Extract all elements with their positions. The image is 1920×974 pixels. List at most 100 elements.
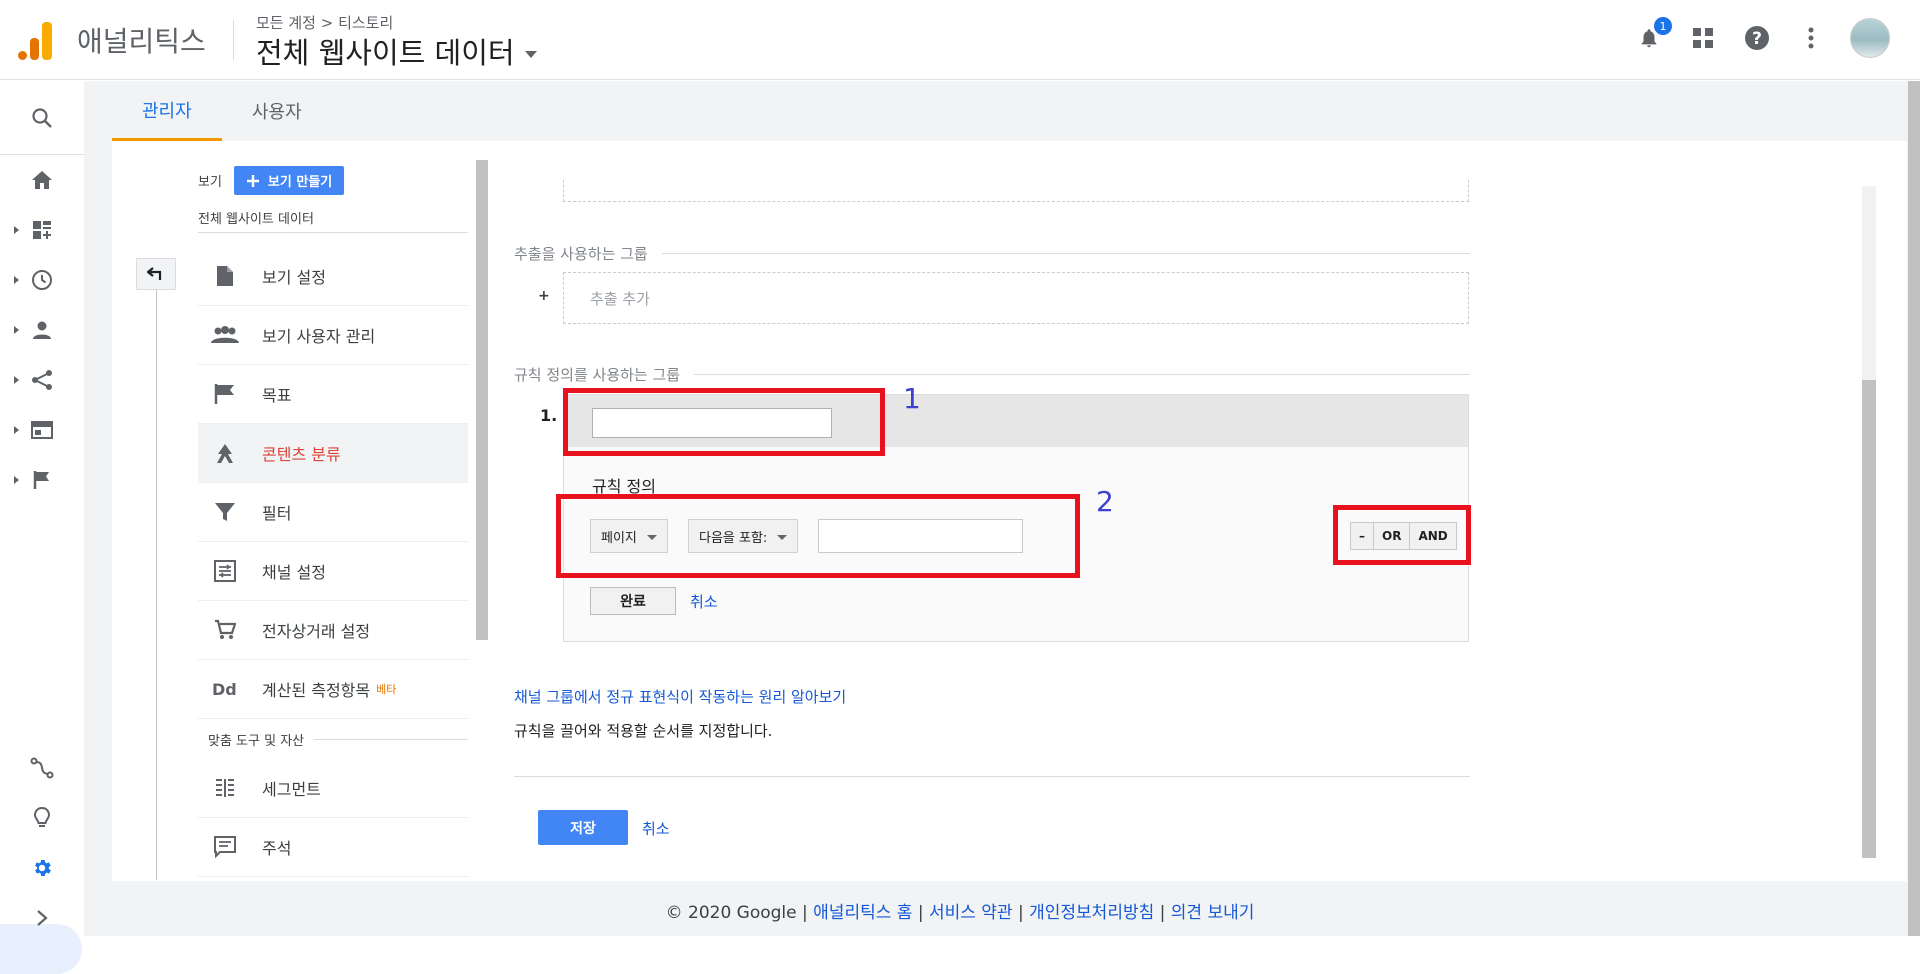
nav-item-filters[interactable]: 필터 <box>198 483 468 542</box>
panel-scroll-thumb[interactable] <box>1862 380 1876 858</box>
tab-admin[interactable]: 관리자 <box>112 81 222 141</box>
expand-arrow-icon[interactable] <box>14 426 19 434</box>
annotation-box-2 <box>556 494 1080 578</box>
divider <box>233 20 234 60</box>
footer-link-feedback[interactable]: 의견 보내기 <box>1171 903 1255 923</box>
done-button[interactable]: 완료 <box>590 587 676 615</box>
bell-icon[interactable]: 1 <box>1634 17 1672 53</box>
avatar[interactable] <box>1850 18 1890 58</box>
rule-number: 1. <box>540 406 558 425</box>
nav-item-view-user-management[interactable]: 보기 사용자 관리 <box>198 306 468 365</box>
view-selector[interactable]: 전체 웹사이트 데이터 <box>256 30 537 72</box>
notification-badge: 1 <box>1654 17 1672 35</box>
nav-label: 콘텐츠 분류 <box>262 445 341 464</box>
window-scrollbar[interactable] <box>1908 81 1920 936</box>
nav-line <box>156 290 157 880</box>
dd-icon: Dd <box>210 676 240 702</box>
nav-item-calculated-metrics[interactable]: Dd 계산된 측정항목 베타 <box>198 660 468 719</box>
beta-badge: 베타 <box>376 683 397 696</box>
divider <box>198 232 468 233</box>
nav-item-goals[interactable]: 목표 <box>198 365 468 424</box>
comment-icon <box>210 834 240 860</box>
behavior-icon[interactable] <box>26 414 58 446</box>
separator: | <box>802 903 808 923</box>
footer: © 2020 Google | 애널리틱스 홈 | 서비스 약관 | 개인정보처… <box>0 898 1920 923</box>
expand-arrow-icon[interactable] <box>14 476 19 484</box>
audience-person-icon[interactable] <box>26 314 58 346</box>
footer-link-home[interactable]: 애널리틱스 홈 <box>813 903 912 923</box>
section-title: 맞춤 도구 및 자산 <box>208 733 305 749</box>
acquisition-icon[interactable] <box>26 364 58 396</box>
filter-icon <box>210 499 240 525</box>
expand-arrow-icon[interactable] <box>14 376 19 384</box>
apps-icon[interactable] <box>1688 23 1718 53</box>
add-icon[interactable]: + <box>538 288 550 304</box>
attribution-icon[interactable] <box>26 752 58 784</box>
nav-item-ecommerce[interactable]: 전자상거래 설정 <box>198 601 468 660</box>
learn-regex-link[interactable]: 채널 그룹에서 정규 표현식이 작동하는 원리 알아보기 <box>514 686 846 707</box>
view-label: 보기 <box>198 175 222 190</box>
nav-label: 목표 <box>262 386 292 405</box>
dashed-box-previous <box>563 180 1469 202</box>
separator: | <box>917 903 924 923</box>
flag-icon <box>210 381 240 407</box>
section-header: 맞춤 도구 및 자산 <box>198 719 468 759</box>
view-row: 보기 보기 만들기 <box>198 166 345 195</box>
nav-item-channel-settings[interactable]: 채널 설정 <box>198 542 468 601</box>
nav-item-segments[interactable]: 세그먼트 <box>198 759 468 818</box>
help-icon[interactable]: ? <box>1742 23 1772 53</box>
nav-label: 계산된 측정항목 <box>262 681 371 700</box>
rail-divider <box>0 154 84 155</box>
nav-scrollbar[interactable] <box>476 160 488 640</box>
expand-arrow-icon[interactable] <box>14 326 19 334</box>
conversions-flag-icon[interactable] <box>26 464 58 496</box>
separator: | <box>1159 903 1166 923</box>
analytics-logo[interactable] <box>18 20 54 60</box>
expand-arrow-icon[interactable] <box>14 226 19 234</box>
expand-arrow-icon[interactable] <box>14 276 19 284</box>
nav-label: 주석 <box>262 839 292 858</box>
extract-section-title: 추출을 사용하는 그룹 <box>514 243 1470 264</box>
add-extract-button[interactable]: 추출 추가 <box>563 272 1469 324</box>
tab-user[interactable]: 사용자 <box>222 81 332 141</box>
home-icon[interactable] <box>26 164 58 196</box>
separator: | <box>1017 903 1024 923</box>
admin-tabs: 관리자 사용자 <box>112 81 1907 141</box>
cancel-link[interactable]: 취소 <box>642 818 670 839</box>
channel-settings-icon <box>210 558 240 584</box>
lightbulb-icon[interactable] <box>26 802 58 834</box>
footer-link-privacy[interactable]: 개인정보처리방침 <box>1029 903 1154 923</box>
create-view-button[interactable]: 보기 만들기 <box>233 166 345 195</box>
more-vert-icon[interactable] <box>1796 23 1826 53</box>
nav-label: 세그먼트 <box>262 780 321 799</box>
divider <box>514 776 1470 777</box>
annotation-box-1 <box>563 388 885 456</box>
annotation-box-3 <box>1333 505 1471 565</box>
cancel-link[interactable]: 취소 <box>690 591 718 612</box>
footer-link-terms[interactable]: 서비스 약관 <box>929 903 1013 923</box>
people-icon <box>210 322 240 348</box>
admin-nav-list: 보기 설정 보기 사용자 관리 목표 콘텐츠 분류 필터 채널 설정 전자상거래… <box>198 247 468 877</box>
section-label: 규칙 정의를 사용하는 그룹 <box>514 366 681 384</box>
nav-item-annotations[interactable]: 주석 <box>198 818 468 877</box>
back-button[interactable] <box>136 258 176 290</box>
nav-label: 필터 <box>262 504 292 523</box>
nav-label: 채널 설정 <box>262 563 326 582</box>
nav-label: 보기 설정 <box>262 268 326 287</box>
cart-icon <box>210 617 240 643</box>
search-icon[interactable] <box>26 102 58 134</box>
content-grouping-icon <box>210 440 240 466</box>
customization-icon[interactable] <box>26 214 58 246</box>
admin-gear-icon[interactable] <box>26 852 58 884</box>
save-button[interactable]: 저장 <box>538 810 628 845</box>
annotation-label-2: 2 <box>1096 485 1114 518</box>
section-label: 추출을 사용하는 그룹 <box>514 245 648 263</box>
chevron-down-icon <box>524 50 537 58</box>
nav-item-content-grouping[interactable]: 콘텐츠 분류 <box>198 424 468 483</box>
drag-hint: 규칙을 끌어와 적용할 순서를 지정합니다. <box>514 722 773 740</box>
add-extract-label: 추출 추가 <box>590 289 650 308</box>
left-rail <box>0 81 84 974</box>
annotation-label-1: 1 <box>903 382 921 415</box>
nav-item-view-settings[interactable]: 보기 설정 <box>198 247 468 306</box>
realtime-clock-icon[interactable] <box>26 264 58 296</box>
